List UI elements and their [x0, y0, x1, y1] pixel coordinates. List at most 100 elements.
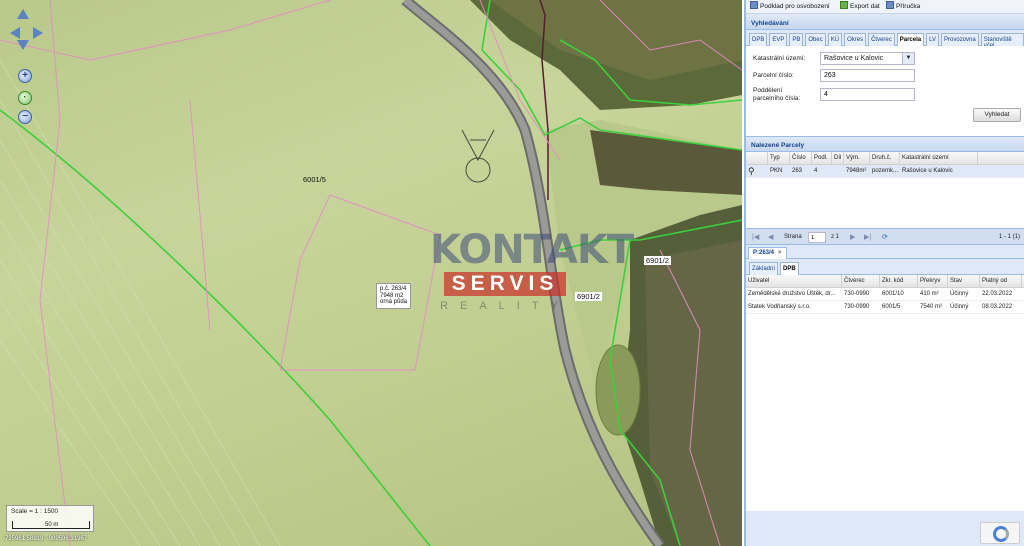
- callout-line3: orná půda: [380, 299, 408, 305]
- zoom-in-icon[interactable]: +: [18, 69, 32, 83]
- export-button[interactable]: Export dat: [840, 1, 880, 10]
- col-stav[interactable]: Stav: [948, 275, 980, 287]
- last-page-icon[interactable]: ▶|: [864, 233, 871, 241]
- col-vym[interactable]: Vým.: [844, 152, 870, 164]
- manual-label: Příručka: [896, 3, 921, 10]
- scale-widget: Scale = 1 : 1500 50 m: [6, 505, 94, 532]
- tab-obec[interactable]: Obec: [805, 33, 826, 46]
- col-uzivatel[interactable]: Uživatel: [746, 275, 842, 287]
- col-podl[interactable]: Podl.: [812, 152, 832, 164]
- cell-podl: 4: [814, 168, 818, 174]
- search-button[interactable]: Vyhledat: [973, 108, 1021, 122]
- cell-ku: Rašovice u Kalovic: [902, 168, 953, 174]
- chevron-down-icon[interactable]: ▼: [902, 53, 914, 64]
- scale-bar-label: 50 m: [45, 522, 59, 528]
- pan-down-icon[interactable]: [17, 40, 29, 50]
- top-toolbar: Podklad pro osvobození Export dat Příruč…: [746, 0, 1024, 14]
- cell-prekryv: 410 m²: [920, 291, 939, 297]
- first-page-icon[interactable]: |◀: [752, 233, 759, 241]
- prev-page-icon[interactable]: ◀: [768, 233, 773, 241]
- document-icon: [750, 1, 758, 9]
- pan-up-icon[interactable]: [17, 9, 29, 19]
- zoom-extent-icon[interactable]: ·: [18, 91, 32, 105]
- col-platny[interactable]: Platný od: [980, 275, 1022, 287]
- tab-evp[interactable]: EVP: [769, 33, 788, 46]
- map-view[interactable]: + · − 6001/5 6901/2 6901/2 p.č. 263/4 79…: [0, 0, 742, 546]
- pan-left-icon[interactable]: [10, 27, 20, 39]
- cell-kod: 6001/5: [882, 304, 901, 310]
- side-panel: Podklad pro osvobození Export dat Příruč…: [744, 0, 1024, 546]
- cell-platny: 08.03.2022: [982, 304, 1013, 310]
- results-header: Nalezené Parcely: [746, 139, 1024, 152]
- katastr-select[interactable]: Rašovice u Kalovic ▼: [820, 52, 915, 65]
- refresh-icon[interactable]: ⟳: [882, 233, 888, 241]
- tab-zakladni[interactable]: Základní: [749, 262, 779, 275]
- tab-ku[interactable]: KÚ: [827, 33, 843, 46]
- cell-typ: PKN: [770, 168, 783, 174]
- parcel-number-input[interactable]: [820, 69, 915, 82]
- subdivision-input[interactable]: [820, 88, 915, 101]
- export-label: Export dat: [850, 3, 880, 10]
- subdivision-label-line2: parcelního čísla:: [753, 95, 801, 102]
- table-row[interactable]: Statek Vodňanský s.r.o. 730-0990 6001/5 …: [746, 301, 1024, 314]
- tab-pb[interactable]: PB: [789, 33, 804, 46]
- subdivision-label-line1: Poddělení: [753, 87, 783, 94]
- watermark-logo: KONTAKT SERVIS REALITY: [430, 227, 634, 312]
- zoom-out-icon[interactable]: −: [18, 110, 32, 124]
- pager-label: Strana: [784, 234, 802, 240]
- page-input[interactable]: [808, 232, 826, 243]
- cell-druh: pozemk...: [872, 168, 899, 174]
- col-ctverec[interactable]: Čtverec: [842, 275, 880, 287]
- col-typ[interactable]: Typ: [768, 152, 790, 164]
- results-grid-header: Typ Číslo Podl. Díl Vým. Druh.č. Katastr…: [746, 152, 1024, 165]
- podklad-button[interactable]: Podklad pro osvobození: [750, 1, 830, 10]
- cell-stav: Účinný: [950, 304, 969, 310]
- cell-ctverec: 730-0990: [844, 304, 870, 310]
- tab-parcel-detail[interactable]: P:263/4 ×: [748, 247, 787, 259]
- search-form: Katastrální území: Rašovice u Kalovic ▼ …: [746, 46, 1024, 137]
- parcel-number-label: Parcelní číslo:: [753, 72, 794, 79]
- tab-okres[interactable]: Okres: [844, 33, 867, 46]
- manual-button[interactable]: Příručka: [886, 1, 920, 10]
- cell-prekryv: 7540 m²: [920, 304, 943, 310]
- magnifier-icon[interactable]: ⚲: [746, 165, 768, 177]
- table-row[interactable]: ⚲ PKN 263 4 7948m² pozemk... Rašovice u …: [746, 165, 1024, 178]
- tab-dpb-detail[interactable]: DPB: [780, 262, 799, 275]
- cell-vym: 7948m²: [846, 168, 867, 174]
- katastr-value: Rašovice u Kalovic: [824, 55, 884, 62]
- search-tabs: DPB EVP PB Obec KÚ Okres Čtverec Parcela…: [746, 30, 1024, 49]
- tab-stanoviste[interactable]: Stanoviště včel: [980, 33, 1024, 49]
- katastr-label: Katastrální území:: [753, 55, 806, 62]
- scale-ratio: Scale = 1 : 1500: [11, 508, 59, 515]
- col-druh[interactable]: Druh.č.: [870, 152, 900, 164]
- col-dil[interactable]: Díl: [832, 152, 844, 164]
- tab-lv[interactable]: LV: [926, 33, 940, 46]
- cell-ctverec: 730-0990: [844, 291, 870, 297]
- parcel-callout: p.č. 263/4 7948 m2 orná půda: [376, 283, 412, 309]
- close-icon[interactable]: ×: [778, 250, 782, 256]
- cell-dil: [832, 165, 844, 177]
- cell-uzivatel: Statek Vodňanský s.r.o.: [748, 304, 811, 310]
- recaptcha-icon: [993, 526, 1009, 542]
- watermark-line1: KONTAKT: [430, 227, 634, 273]
- tab-provozovna[interactable]: Provozovna: [941, 33, 979, 46]
- book-icon: [886, 1, 894, 9]
- export-icon: [840, 1, 848, 9]
- tab-dpb[interactable]: DPB: [749, 33, 768, 46]
- col-prekryv[interactable]: Překryv: [918, 275, 948, 287]
- col-ku[interactable]: Katastrální území: [900, 152, 978, 164]
- col-cislo[interactable]: Číslo: [790, 152, 812, 164]
- callout-line1: p.č. 263/4: [380, 286, 407, 292]
- cell-uzivatel: Zemědělské družstvo Úštěk, dr...: [748, 291, 836, 297]
- dpb-grid-header: Uživatel Čtverec Zkr. kód Překryv Stav P…: [746, 275, 1024, 288]
- table-row[interactable]: Zemědělské družstvo Úštěk, dr... 730-099…: [746, 288, 1024, 301]
- recaptcha-badge[interactable]: [980, 522, 1020, 544]
- tab-parcela[interactable]: Parcela: [896, 33, 925, 46]
- watermark-line2: SERVIS: [443, 272, 567, 296]
- detail-tab-strip: P:263/4 ×: [746, 245, 1024, 259]
- tab-ctverec[interactable]: Čtverec: [868, 33, 895, 46]
- next-page-icon[interactable]: ▶: [850, 233, 855, 241]
- pan-right-icon[interactable]: [33, 27, 43, 39]
- pager-of: z 1: [831, 234, 840, 240]
- col-zkr-kod[interactable]: Zkr. kód: [880, 275, 918, 287]
